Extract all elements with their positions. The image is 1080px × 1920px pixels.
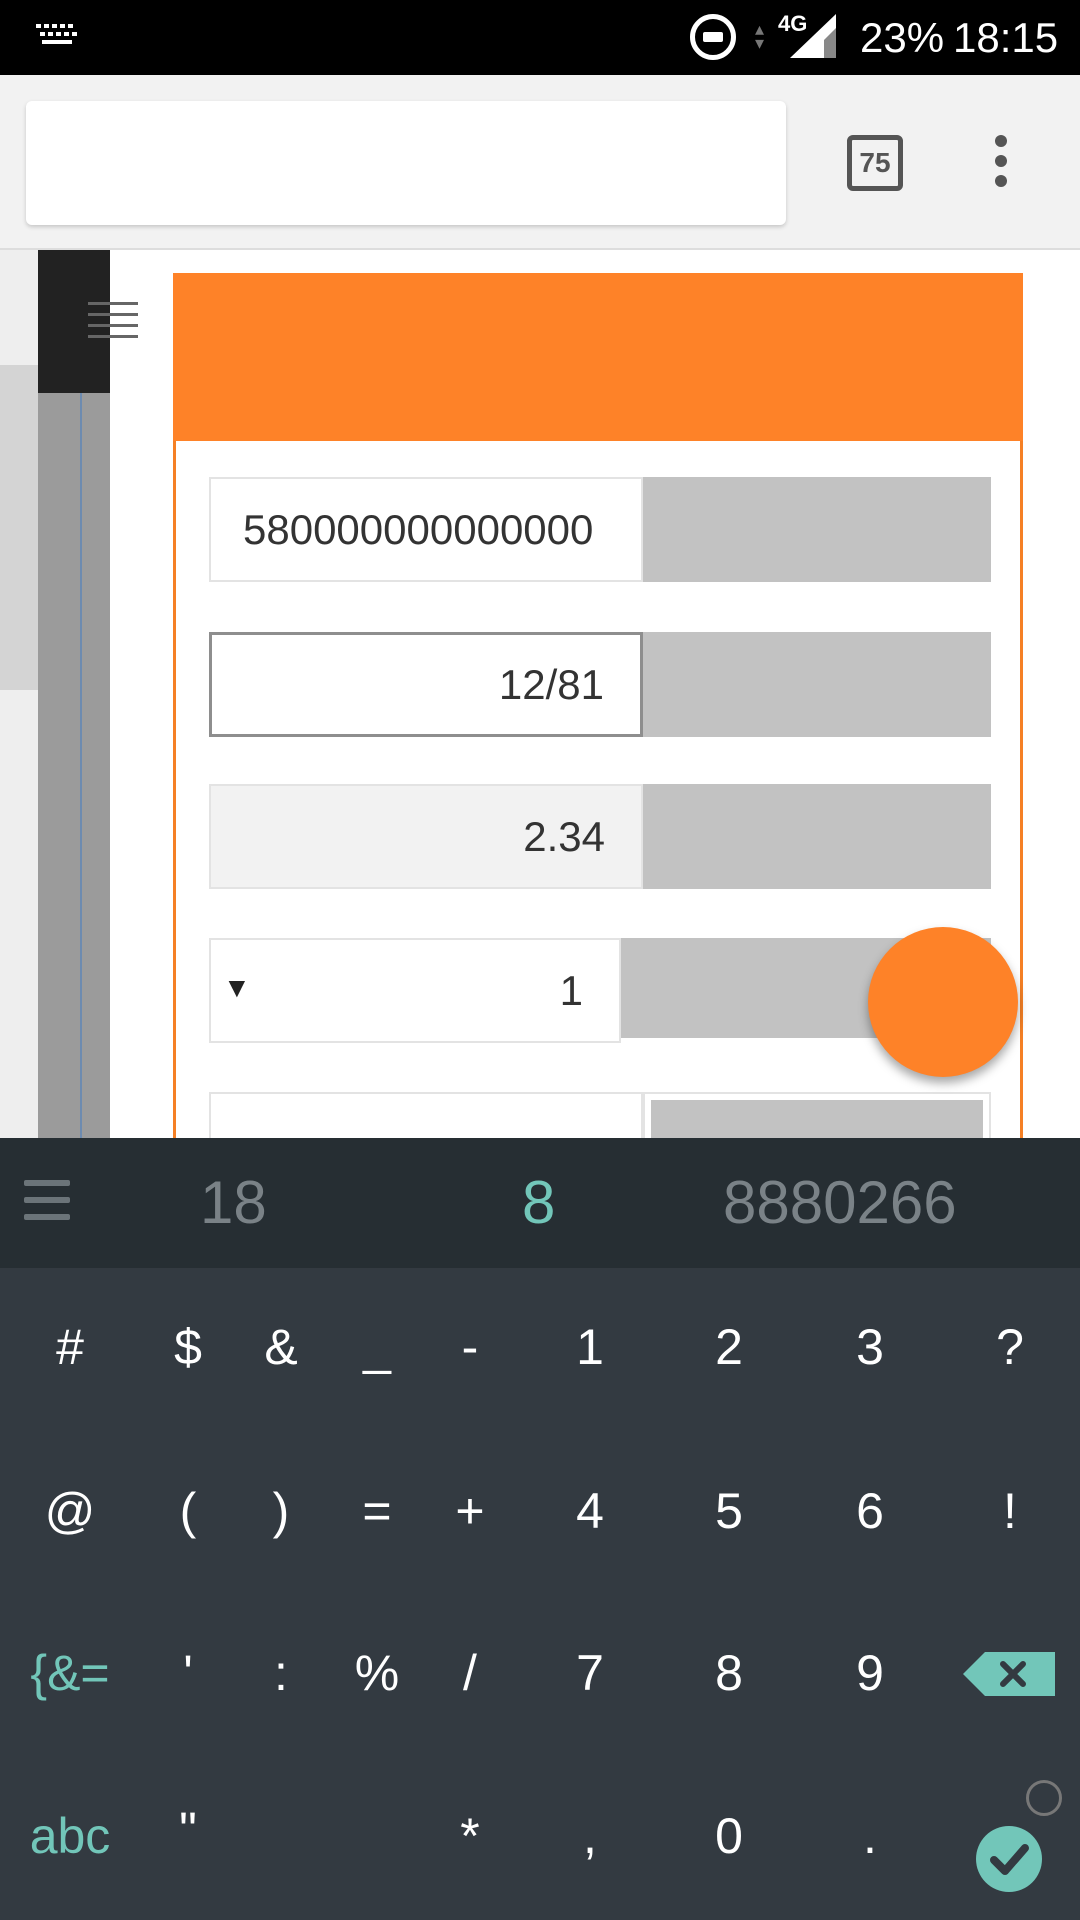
key[interactable]: 2	[684, 1307, 774, 1387]
key[interactable]: #	[25, 1307, 115, 1387]
form-row: 12/81	[209, 632, 991, 737]
symbols-key[interactable]: {&=	[25, 1633, 115, 1713]
overflow-menu-icon[interactable]	[995, 135, 1011, 191]
focused-text-input[interactable]: 12/81	[209, 632, 643, 737]
key[interactable]: 5	[684, 1471, 774, 1551]
dropdown-caret-icon: ▼	[223, 972, 251, 1003]
suggestion-strip: 18 8 8880266	[0, 1138, 1080, 1268]
key[interactable]: *	[425, 1796, 515, 1876]
key[interactable]: 9	[825, 1633, 915, 1713]
key[interactable]: _	[332, 1307, 422, 1387]
key[interactable]: :	[236, 1633, 326, 1713]
suggestion-right[interactable]: 8880266	[723, 1168, 957, 1237]
key[interactable]: 1	[545, 1307, 635, 1387]
keyboard-icon	[36, 24, 77, 44]
key[interactable]: .	[825, 1796, 915, 1876]
side-panel-highlight	[0, 365, 38, 690]
key[interactable]: 4	[545, 1471, 635, 1551]
status-bar: ▴ ▾ 4G 23% 18:15	[0, 0, 1080, 75]
select-input[interactable]: ▼ 1	[209, 938, 621, 1043]
side-panel-menu[interactable]	[38, 250, 138, 393]
input-label-block	[643, 632, 991, 737]
side-panel	[0, 250, 138, 1138]
key[interactable]: "	[143, 1790, 233, 1870]
key[interactable]: '	[143, 1633, 233, 1713]
backspace-icon[interactable]	[963, 1652, 1055, 1696]
abc-key[interactable]: abc	[25, 1796, 115, 1876]
signal-icon	[790, 14, 836, 58]
input-label-block	[643, 784, 991, 889]
key[interactable]: (	[143, 1471, 233, 1551]
key[interactable]: -	[425, 1307, 515, 1387]
select-value: 1	[559, 966, 583, 1014]
clock: 18:15	[953, 14, 1059, 61]
key[interactable]: )	[236, 1471, 326, 1551]
suggestion-center[interactable]: 8	[522, 1168, 555, 1237]
key[interactable]: 7	[545, 1633, 635, 1713]
emoji-icon[interactable]	[1026, 1780, 1062, 1816]
card-header	[173, 273, 1023, 441]
key[interactable]: @	[25, 1471, 115, 1551]
input-label-block	[643, 477, 991, 582]
key[interactable]: !	[965, 1471, 1055, 1551]
key[interactable]: &	[236, 1307, 326, 1387]
text-input[interactable]: 580000000000000	[209, 477, 643, 582]
suggestion-left[interactable]: 18	[200, 1168, 267, 1237]
do-not-disturb-icon	[690, 14, 736, 60]
key[interactable]: 0	[684, 1796, 774, 1876]
key[interactable]: 8	[684, 1633, 774, 1713]
key[interactable]: 6	[825, 1471, 915, 1551]
key[interactable]: =	[332, 1471, 422, 1551]
floating-action-button[interactable]	[868, 927, 1018, 1077]
key[interactable]: 3	[825, 1307, 915, 1387]
browser-toolbar: 75	[0, 75, 1080, 250]
url-bar[interactable]	[26, 101, 786, 225]
hamburger-icon	[88, 302, 138, 346]
data-activity-icon: ▴ ▾	[755, 19, 765, 53]
key[interactable]: %	[332, 1633, 422, 1713]
form-row: 2.34	[209, 784, 991, 889]
key[interactable]: /	[425, 1633, 515, 1713]
battery-level: 23%	[860, 14, 945, 61]
tab-switcher-button[interactable]: 75	[847, 135, 903, 191]
key[interactable]: $	[143, 1307, 233, 1387]
keyboard-menu-icon[interactable]	[24, 1180, 70, 1231]
key[interactable]: +	[425, 1471, 515, 1551]
checkmark-icon	[990, 1844, 1029, 1875]
enter-button[interactable]	[976, 1826, 1042, 1892]
form-row: 580000000000000	[209, 477, 991, 582]
key[interactable]: ,	[545, 1796, 635, 1876]
key[interactable]: ?	[965, 1307, 1055, 1387]
divider	[80, 393, 82, 1138]
readonly-input[interactable]: 2.34	[209, 784, 643, 889]
